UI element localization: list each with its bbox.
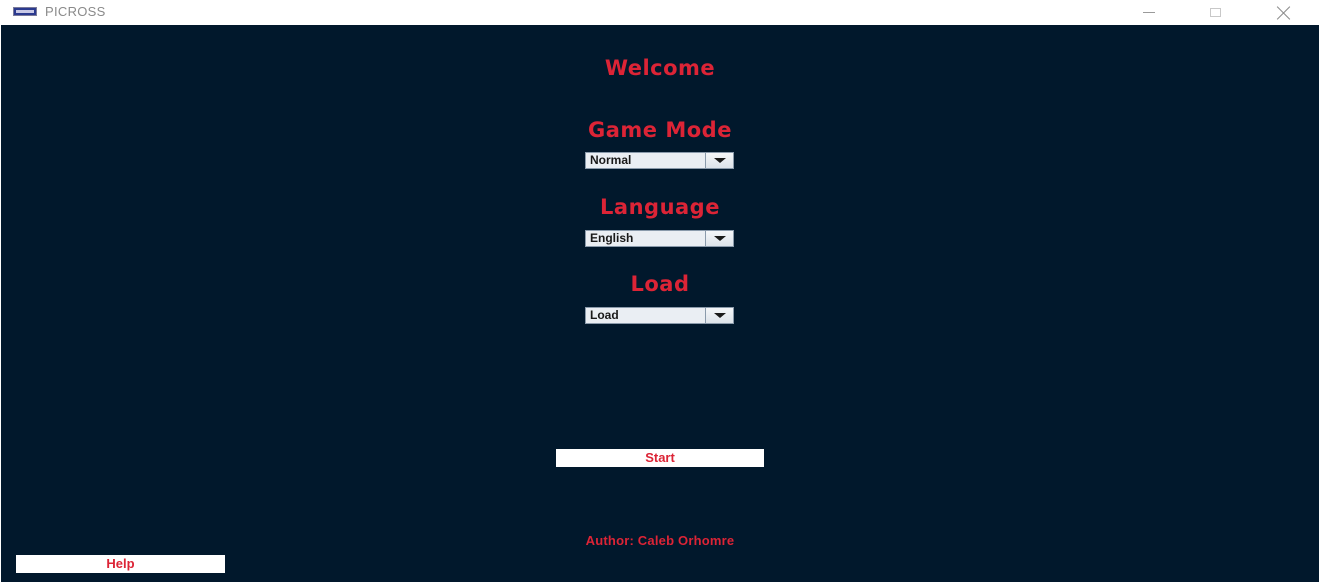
main-panel: Welcome Game Mode Normal Language Englis… [1, 25, 1319, 582]
chevron-down-icon[interactable] [705, 153, 733, 168]
chevron-down-icon[interactable] [705, 231, 733, 246]
language-selected-value: English [590, 231, 634, 245]
window-title: PICROSS [45, 4, 106, 19]
load-dropdown[interactable]: Load [585, 307, 734, 324]
title-bar[interactable]: PICROSS [0, 0, 1320, 25]
minimize-icon [1143, 12, 1155, 13]
game-mode-heading: Game Mode [588, 118, 732, 142]
game-mode-dropdown[interactable]: Normal [585, 152, 734, 169]
minimize-button[interactable] [1126, 0, 1172, 25]
help-button[interactable]: Help [16, 555, 225, 573]
maximize-button[interactable] [1192, 0, 1238, 25]
language-heading: Language [600, 195, 720, 219]
maximize-icon [1209, 8, 1221, 17]
welcome-heading: Welcome [604, 56, 716, 80]
picross-app-icon [13, 7, 37, 16]
start-button[interactable]: Start [556, 449, 764, 467]
load-heading: Load [630, 272, 690, 296]
load-selected-value: Load [590, 308, 619, 322]
chevron-down-icon[interactable] [705, 308, 733, 323]
language-dropdown[interactable]: English [585, 230, 734, 247]
picross-window: PICROSS Welcome Game Mode Normal Languag… [0, 0, 1320, 583]
author-credit: Author: Caleb Orhomre [585, 533, 735, 548]
close-icon [1276, 5, 1292, 21]
game-mode-selected-value: Normal [590, 153, 632, 167]
close-button[interactable] [1261, 0, 1307, 25]
